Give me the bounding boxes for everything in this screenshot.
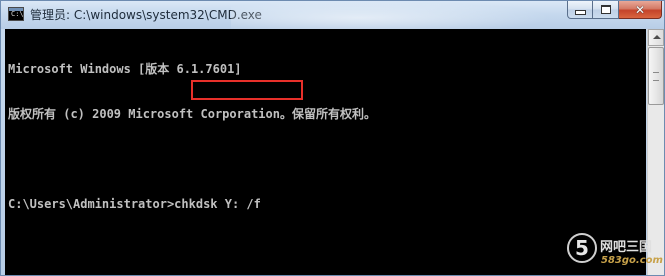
window-title: 管理员: C:\windows\system32\CMD.exe xyxy=(30,8,262,22)
cmd-window: C:\ 管理员: C:\windows\system32\CMD.exe ✕ M… xyxy=(0,0,665,276)
site-watermark: 5 网吧三国 583go.com xyxy=(567,231,664,275)
close-icon: ✕ xyxy=(634,2,646,17)
console-line-copyright: 版权所有 (c) 2009 Microsoft Corporation。保留所有… xyxy=(8,107,376,121)
typed-command: chkdsk Y: /f xyxy=(174,197,261,211)
scroll-up-arrow-icon[interactable] xyxy=(648,29,664,46)
console-text: Microsoft Windows [版本 6.1.7601] 版权所有 (c)… xyxy=(8,32,376,242)
title-bar[interactable]: C:\ 管理员: C:\windows\system32\CMD.exe ✕ xyxy=(1,1,664,29)
maximize-icon xyxy=(600,5,611,14)
maximize-button[interactable] xyxy=(593,1,619,19)
console-output[interactable]: Microsoft Windows [版本 6.1.7601] 版权所有 (c)… xyxy=(5,29,646,275)
command-highlight-box xyxy=(191,80,303,100)
command-prompt: C:\Users\Administrator> xyxy=(8,197,175,211)
console-line-version: Microsoft Windows [版本 6.1.7601] xyxy=(8,62,242,76)
minimize-button[interactable] xyxy=(567,1,593,19)
minimize-icon xyxy=(574,10,586,15)
watermark-url: 583go.com xyxy=(601,255,663,266)
console-line-command: C:\Users\Administrator>chkdsk Y: /f xyxy=(8,197,376,212)
watermark-logo-icon: 5 xyxy=(567,233,597,263)
scroll-thumb[interactable] xyxy=(648,47,664,105)
cmd-icon[interactable]: C:\ xyxy=(8,7,24,21)
watermark-name: 网吧三国 xyxy=(600,240,653,255)
cmd-icon-glyph: C:\ xyxy=(11,10,24,18)
close-button[interactable]: ✕ xyxy=(619,1,662,19)
caption-buttons: ✕ xyxy=(567,1,662,20)
